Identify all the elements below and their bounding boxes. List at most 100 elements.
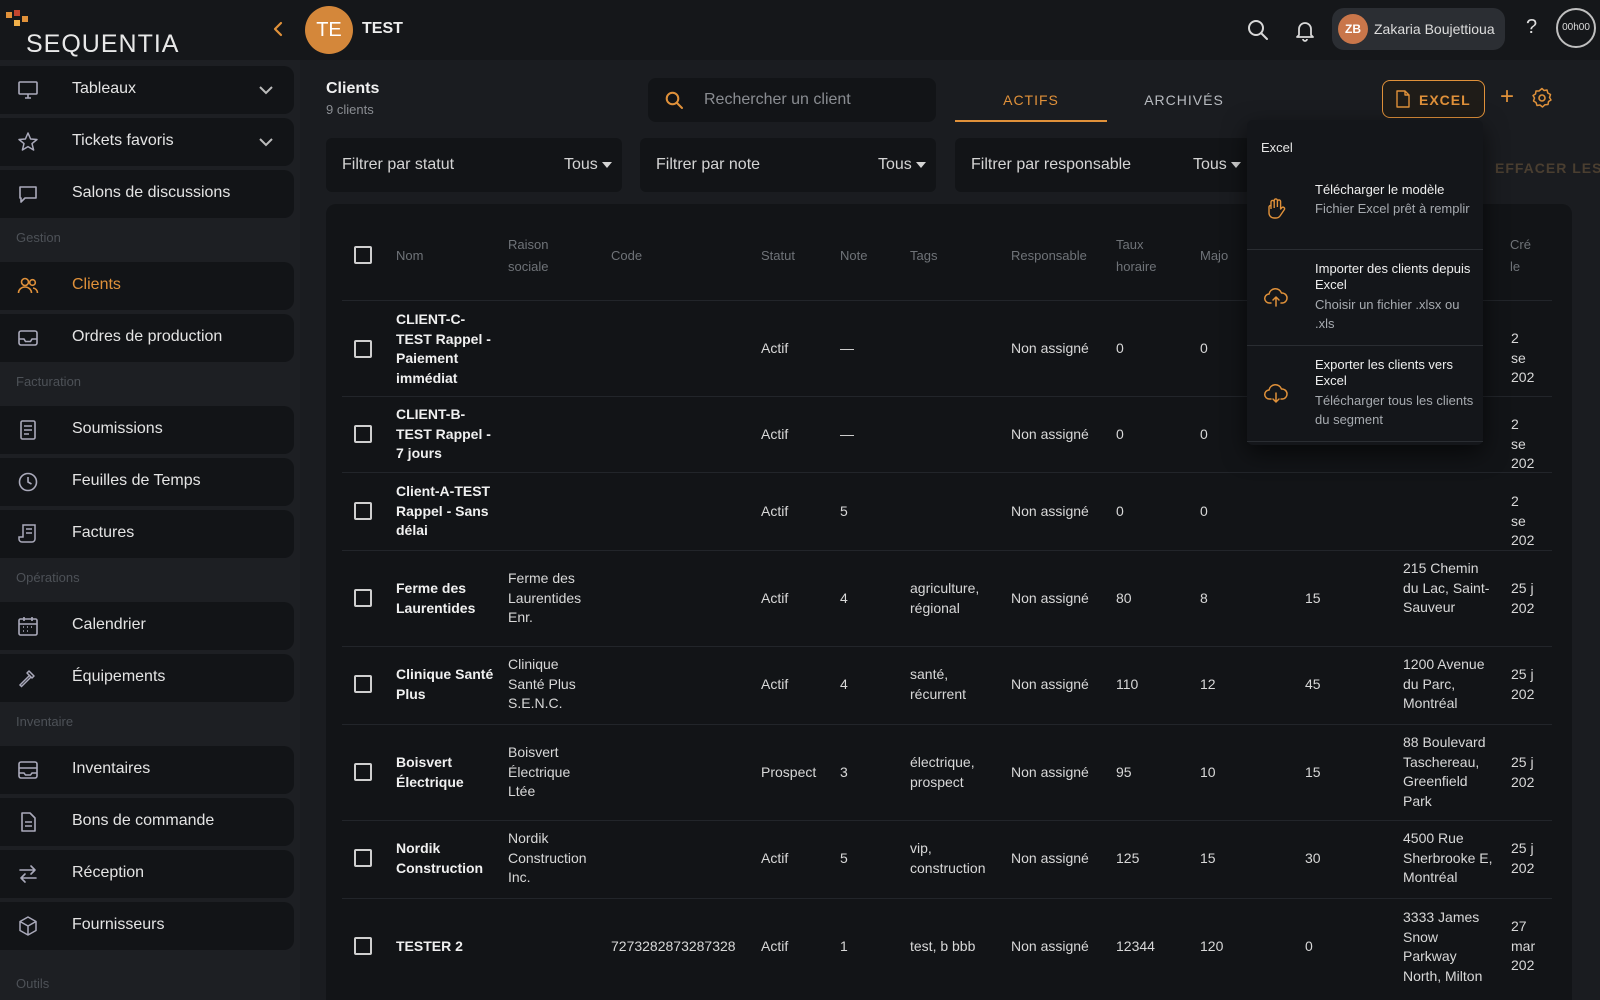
row-checkbox[interactable]: [354, 675, 372, 693]
client-name[interactable]: CLIENT-B-TEST Rappel - 7 jours: [396, 405, 492, 464]
sidebar-item-equipements[interactable]: Équipements: [0, 654, 294, 702]
client-majoration: 0: [1200, 340, 1208, 356]
sidebar-item-ordres-production[interactable]: Ordres de production: [0, 314, 294, 362]
row-checkbox[interactable]: [354, 763, 372, 781]
logo-mark: [14, 20, 20, 26]
page-title: Clients: [326, 80, 380, 97]
tab-archives[interactable]: ARCHIVÉS: [1108, 78, 1260, 122]
add-client-button[interactable]: +: [1496, 84, 1518, 110]
responsable-filter[interactable]: Filtrer par responsable Tous: [955, 138, 1251, 192]
help-button[interactable]: ?: [1526, 16, 1537, 39]
menu-item-download-template[interactable]: Télécharger le modèle Fichier Excel prêt…: [1247, 172, 1483, 250]
project-avatar[interactable]: TE: [305, 6, 353, 54]
client-address: 215 Chemin du Lac, Saint-Sauveur: [1403, 560, 1490, 615]
user-menu[interactable]: ZB Zakaria Boujettioua: [1332, 8, 1505, 50]
table-row[interactable]: Nordik Construction Nordik Construction …: [342, 820, 1552, 898]
table-row[interactable]: Boisvert Électrique Boisvert Électrique …: [342, 724, 1552, 820]
table-row[interactable]: Clinique Santé Plus Clinique Santé Plus …: [342, 646, 1552, 724]
note-filter[interactable]: Filtrer par note Tous: [640, 138, 936, 192]
users-icon: [17, 277, 39, 294]
client-majoration: 8: [1200, 590, 1208, 606]
hammer-icon: [18, 670, 35, 688]
search-button[interactable]: [1246, 18, 1270, 42]
client-name[interactable]: CLIENT-C-TEST Rappel - Paiement immédiat: [396, 310, 492, 388]
caret-down-icon: [1231, 162, 1241, 168]
client-name[interactable]: TESTER 2: [396, 937, 496, 957]
table-row[interactable]: Client-A-TEST Rappel - Sans délai Actif …: [342, 472, 1552, 550]
menu-item-description: Télécharger tous les clients du segment: [1315, 393, 1474, 427]
client-name[interactable]: Client-A-TEST Rappel - Sans délai: [396, 482, 492, 541]
sidebar-item-feuilles-temps[interactable]: Feuilles de Temps: [0, 458, 294, 506]
column-header[interactable]: Statut: [761, 245, 795, 267]
section-label: Opérations: [16, 570, 80, 585]
search-input[interactable]: Rechercher un client: [648, 78, 936, 122]
select-all-checkbox[interactable]: [354, 246, 372, 264]
row-checkbox[interactable]: [354, 340, 372, 358]
excel-button[interactable]: EXCEL: [1382, 80, 1485, 118]
clear-filters-button[interactable]: EFFACER LES FILTRES: [1495, 160, 1600, 176]
column-header[interactable]: Taux horaire: [1116, 234, 1176, 278]
sidebar-item-soumissions[interactable]: Soumissions: [0, 406, 294, 454]
logo-mark: [14, 10, 20, 16]
client-address: 4500 Rue Sherbrooke E, Montréal: [1403, 830, 1493, 885]
sidebar-item-bons-commande[interactable]: Bons de commande: [0, 798, 294, 846]
client-name[interactable]: Boisvert Électrique: [396, 753, 496, 792]
column-header[interactable]: Tags: [910, 245, 937, 267]
menu-item-import[interactable]: Importer des clients depuis Excel Choisi…: [1247, 250, 1483, 346]
settings-button[interactable]: [1530, 86, 1554, 110]
column-header[interactable]: Nom: [396, 245, 423, 267]
client-responsable: Non assigné: [1011, 850, 1089, 866]
sidebar-item-salons[interactable]: Salons de discussions: [0, 170, 294, 218]
column-header[interactable]: Cré le: [1510, 234, 1540, 278]
sidebar-item-tableaux[interactable]: Tableaux: [0, 66, 294, 114]
project-name[interactable]: TEST: [362, 20, 403, 38]
client-created: 25 j 202: [1511, 666, 1535, 702]
chevron-down-icon: [259, 138, 273, 147]
client-created: 2 se 202: [1511, 493, 1535, 548]
client-name[interactable]: Ferme des Laurentides: [396, 579, 496, 618]
filter-value: Tous: [878, 156, 912, 173]
client-raison-sociale: Nordik Construction Inc.: [508, 830, 587, 885]
client-majoration: 10: [1200, 764, 1216, 780]
column-header[interactable]: Note: [840, 245, 867, 267]
client-tags: vip, construction: [910, 840, 986, 876]
timer-button[interactable]: 00h00: [1556, 8, 1596, 48]
client-extra-value: 30: [1305, 850, 1321, 866]
sidebar-item-fournisseurs[interactable]: Fournisseurs: [0, 902, 294, 950]
tab-actifs[interactable]: ACTIFS: [955, 78, 1107, 122]
client-note: 5: [840, 850, 848, 866]
client-extra-value: 45: [1305, 676, 1321, 692]
column-header[interactable]: Raison sociale: [508, 234, 578, 278]
table-row[interactable]: Ferme des Laurentides Ferme des Laurenti…: [342, 550, 1552, 646]
collapse-sidebar-button[interactable]: [270, 18, 286, 40]
client-address: 1200 Avenue du Parc, Montréal: [1403, 656, 1485, 711]
sidebar-item-inventaires[interactable]: Inventaires: [0, 746, 294, 794]
avatar: ZB: [1338, 14, 1368, 44]
row-checkbox[interactable]: [354, 425, 372, 443]
sidebar-item-factures[interactable]: Factures: [0, 510, 294, 558]
row-checkbox[interactable]: [354, 589, 372, 607]
file-icon: [21, 812, 36, 832]
client-name[interactable]: Nordik Construction: [396, 839, 496, 878]
inbox-icon: [18, 330, 38, 346]
sidebar-item-clients[interactable]: Clients: [0, 262, 294, 310]
table-row[interactable]: TESTER 2 7273282873287328 Actif 1 test, …: [342, 898, 1552, 1000]
sidebar-item-calendrier[interactable]: Calendrier: [0, 602, 294, 650]
row-checkbox[interactable]: [354, 849, 372, 867]
client-extra-value: 15: [1305, 764, 1321, 780]
column-header[interactable]: Code: [611, 245, 642, 267]
menu-item-export[interactable]: Exporter les clients vers Excel Téléchar…: [1247, 346, 1483, 442]
file-icon: [1396, 90, 1410, 108]
bell-icon: [1296, 22, 1314, 42]
status-filter[interactable]: Filtrer par statut Tous: [326, 138, 622, 192]
sidebar-item-tickets-favoris[interactable]: Tickets favoris: [0, 118, 294, 166]
logo[interactable]: SEQUENTIA: [6, 10, 196, 58]
column-header[interactable]: Responsable: [1011, 245, 1087, 267]
calendar-icon: [18, 617, 38, 636]
client-name[interactable]: Clinique Santé Plus: [396, 665, 496, 704]
sidebar-item-reception[interactable]: Réception: [0, 850, 294, 898]
notifications-button[interactable]: [1293, 18, 1317, 42]
column-header[interactable]: Majo: [1200, 245, 1228, 267]
row-checkbox[interactable]: [354, 937, 372, 955]
row-checkbox[interactable]: [354, 502, 372, 520]
